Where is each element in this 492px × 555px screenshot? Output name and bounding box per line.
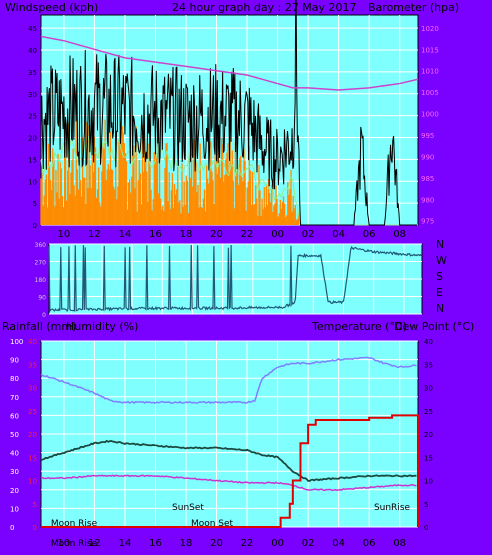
x-tick-label: 22 (241, 229, 254, 240)
x-tick-label: 06 (363, 538, 376, 549)
wind-axis-label: Windspeed (kph) (5, 1, 98, 14)
humidity-tick-label: 100 (10, 338, 23, 346)
dir-tick-label: 180 (35, 277, 47, 284)
humidity-tick-label: 80 (10, 375, 19, 383)
temperature-axis-label: Temperature (°C) (311, 320, 407, 333)
weather-graph-canvas: Windspeed (kph) 24 hour graph day : 27 M… (0, 0, 492, 555)
baro-tick-label: 1000 (421, 111, 439, 119)
moonset-label: Moon Set (191, 519, 234, 529)
x-tick-label: 00 (271, 538, 284, 549)
wind-tick-label: 35 (28, 69, 37, 77)
x-tick-label: 14 (119, 538, 132, 549)
x-tick-label: 06 (363, 229, 376, 240)
rain-tick-label: 10 (28, 478, 37, 486)
x-tick-label: 14 (119, 229, 132, 240)
humidity-axis-label: Humidity (%) (66, 320, 138, 333)
x-tick-label: 20 (210, 538, 223, 549)
wind-tick-label: 30 (28, 91, 37, 99)
temp-tick-label: 25 (424, 408, 433, 416)
x-tick-label: 02 (302, 538, 315, 549)
baro-tick-label: 985 (421, 175, 434, 183)
temp-tick-label: 20 (424, 431, 433, 439)
baro-tick-label: 980 (421, 196, 434, 204)
dir-label-s: S (436, 270, 443, 283)
barometer-axis-label: Barometer (hpa) (368, 1, 459, 14)
x-tick-label: 12 (88, 229, 101, 240)
baro-tick-label: 1005 (421, 89, 439, 97)
humidity-tick-label: 60 (10, 412, 19, 420)
rain-tick-label: 20 (28, 431, 37, 439)
wind-tick-label: 40 (28, 47, 37, 55)
moonrise-label: Moon Rise (51, 519, 98, 529)
dir-tick-label: 270 (35, 260, 47, 267)
humidity-tick-label: 70 (10, 394, 19, 402)
x-tick-label: 02 (302, 229, 315, 240)
x-tick-label: 08 (393, 538, 406, 549)
dewpoint-axis-label: Dew Point (°C) (394, 320, 474, 333)
dir-label-w: W (436, 254, 447, 267)
dir-tick-label: 360 (35, 242, 47, 249)
rain-tick-label: 35 (28, 361, 37, 369)
baro-tick-label: 1010 (421, 68, 439, 76)
moonrise-bottom-label: Moon Rise (51, 539, 98, 549)
humidity-tick-label: 40 (10, 450, 19, 458)
rain-tick-label: 5 (33, 501, 37, 509)
x-tick-label: 04 (332, 538, 345, 549)
wind-tick-label: 15 (28, 156, 37, 164)
rain-tick-label: 15 (28, 454, 37, 462)
temp-tick-label: 30 (424, 385, 433, 393)
temp-tick-label: 40 (424, 338, 433, 346)
rain-tick-label: 40 (28, 338, 37, 346)
graph-title: 24 hour graph day : 27 May 2017 (172, 1, 357, 14)
x-tick-label: 00 (271, 229, 284, 240)
baro-tick-label: 990 (421, 153, 434, 161)
dir-label-e: E (436, 286, 443, 299)
humidity-tick-label: 0 (10, 524, 14, 532)
x-tick-label: 08 (393, 229, 406, 240)
x-tick-label: 20 (210, 229, 223, 240)
dir-tick-label: 0 (42, 312, 46, 319)
x-tick-label: 16 (149, 229, 162, 240)
wind-tick-label: 10 (28, 178, 37, 186)
x-tick-label: 18 (180, 538, 193, 549)
temp-tick-label: 15 (424, 454, 433, 462)
sunrise-label: SunRise (374, 503, 411, 513)
wind-tick-label: 20 (28, 135, 37, 143)
humidity-tick-label: 90 (10, 357, 19, 365)
wind-barometer-plot: 0510152025303540459759809859909951000100… (28, 0, 439, 240)
humidity-tick-label: 30 (10, 468, 19, 476)
temp-tick-label: 10 (424, 478, 433, 486)
wind-tick-label: 5 (33, 200, 37, 208)
x-tick-label: 10 (58, 229, 71, 240)
humidity-tick-label: 10 (10, 505, 19, 513)
temp-tick-label: 0 (424, 524, 428, 532)
dir-label-n-top: N (436, 238, 444, 251)
humidity-tick-label: 50 (10, 431, 19, 439)
x-tick-label: 18 (180, 229, 193, 240)
baro-tick-label: 1020 (421, 25, 439, 33)
x-tick-label: 22 (241, 538, 254, 549)
rain-tick-label: 25 (28, 408, 37, 416)
temperature-humidity-rain-plot: 0102030405060708090100051015202530354005… (10, 338, 433, 549)
humidity-tick-label: 20 (10, 487, 19, 495)
wind-tick-label: 0 (33, 222, 37, 230)
baro-tick-label: 975 (421, 218, 434, 226)
rain-tick-label: 30 (28, 385, 37, 393)
x-tick-label: 16 (149, 538, 162, 549)
temp-tick-label: 35 (424, 361, 433, 369)
sunset-label: SunSet (172, 503, 204, 513)
baro-tick-label: 995 (421, 132, 434, 140)
wind-direction-plot: 0 90 180 270 360 (35, 242, 423, 319)
wind-tick-label: 25 (28, 113, 37, 121)
x-tick-label: 04 (332, 229, 345, 240)
wind-tick-label: 45 (28, 25, 37, 33)
dir-tick-label: 90 (38, 295, 46, 302)
rain-tick-label: 0 (33, 524, 37, 532)
dir-label-n-bottom: N (436, 302, 444, 315)
baro-tick-label: 1015 (421, 46, 439, 54)
temp-tick-label: 5 (424, 501, 428, 509)
